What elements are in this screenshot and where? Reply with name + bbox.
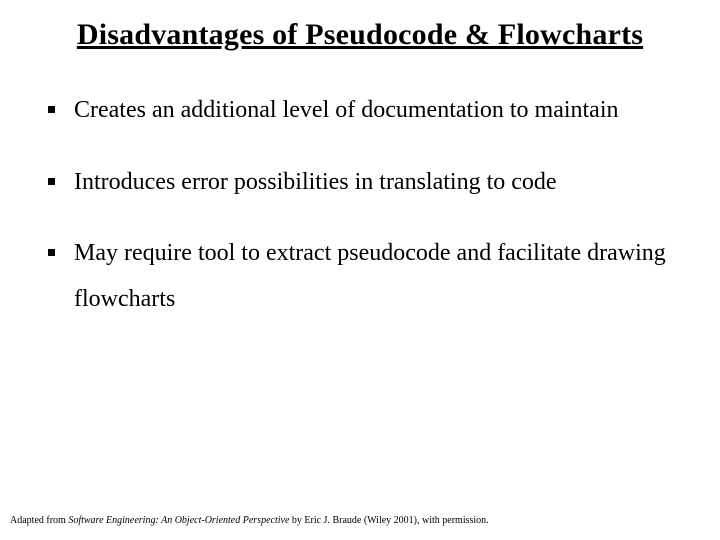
- footer-prefix: Adapted from: [10, 515, 68, 526]
- list-item: May require tool to extract pseudocode a…: [48, 231, 692, 322]
- footer-book-title: Software Engineering: An Object-Oriented…: [68, 515, 289, 526]
- bullet-list: Creates an additional level of documenta…: [28, 88, 692, 322]
- list-item: Creates an additional level of documenta…: [48, 88, 692, 134]
- footer-suffix: by Eric J. Braude (Wiley 2001), with per…: [289, 515, 488, 526]
- slide-title: Disadvantages of Pseudocode & Flowcharts: [28, 18, 692, 52]
- attribution-footer: Adapted from Software Engineering: An Ob…: [10, 515, 489, 526]
- list-item: Introduces error possibilities in transl…: [48, 160, 692, 206]
- slide: Disadvantages of Pseudocode & Flowcharts…: [0, 0, 720, 540]
